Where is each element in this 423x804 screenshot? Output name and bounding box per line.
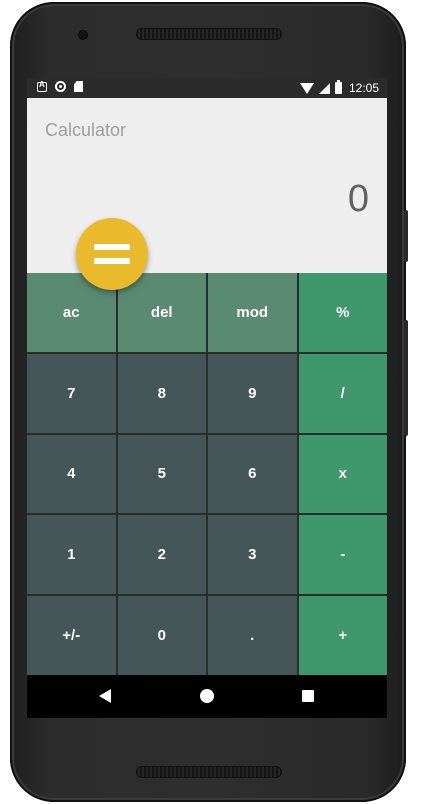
- navigation-bar: [27, 675, 387, 718]
- status-time: 12:05: [348, 81, 379, 95]
- equals-icon-lower-bar: [94, 258, 130, 264]
- wifi-icon: [299, 82, 314, 94]
- key-8[interactable]: 8: [117, 353, 206, 433]
- key-4[interactable]: 4: [27, 434, 116, 514]
- keypad: ac del mod % 7 8 9 / 4 5 6 x 1 2 3 - +/-…: [27, 273, 387, 675]
- key-7[interactable]: 7: [27, 353, 116, 433]
- screen: 12:05 Calculator 0 ac del mod % 7 8 9 / …: [27, 78, 387, 718]
- result-value: 0: [347, 178, 369, 220]
- cell-signal-icon: [318, 82, 330, 94]
- key-1[interactable]: 1: [27, 515, 116, 595]
- app-title: Calculator: [45, 120, 127, 140]
- key-subtract[interactable]: -: [298, 515, 387, 595]
- recents-icon[interactable]: [302, 690, 314, 702]
- key-multiply[interactable]: x: [298, 434, 387, 514]
- power-button[interactable]: [404, 210, 408, 262]
- equals-button[interactable]: [76, 218, 148, 290]
- circle-notification-icon: [55, 81, 66, 92]
- equals-icon: [94, 244, 130, 250]
- key-plus-minus[interactable]: +/-: [27, 596, 116, 675]
- key-2[interactable]: 2: [117, 515, 206, 595]
- key-9[interactable]: 9: [208, 353, 297, 433]
- sd-card-icon: [74, 81, 83, 92]
- front-camera: [78, 30, 88, 40]
- key-percent[interactable]: %: [298, 273, 387, 352]
- a-notification-icon: [37, 80, 47, 92]
- key-add[interactable]: +: [298, 596, 387, 675]
- key-3[interactable]: 3: [208, 515, 297, 595]
- key-0[interactable]: 0: [117, 596, 206, 675]
- key-decimal[interactable]: .: [208, 596, 297, 675]
- status-bar: 12:05: [27, 78, 387, 98]
- top-speaker: [136, 28, 282, 40]
- back-icon[interactable]: [99, 689, 111, 703]
- home-icon[interactable]: [200, 689, 214, 703]
- key-6[interactable]: 6: [208, 434, 297, 514]
- key-5[interactable]: 5: [117, 434, 206, 514]
- key-divide[interactable]: /: [298, 353, 387, 433]
- key-mod[interactable]: mod: [208, 273, 297, 352]
- battery-charging-icon: [334, 80, 342, 94]
- volume-button[interactable]: [404, 320, 408, 436]
- bottom-speaker: [136, 766, 282, 778]
- key-del[interactable]: del: [117, 273, 206, 352]
